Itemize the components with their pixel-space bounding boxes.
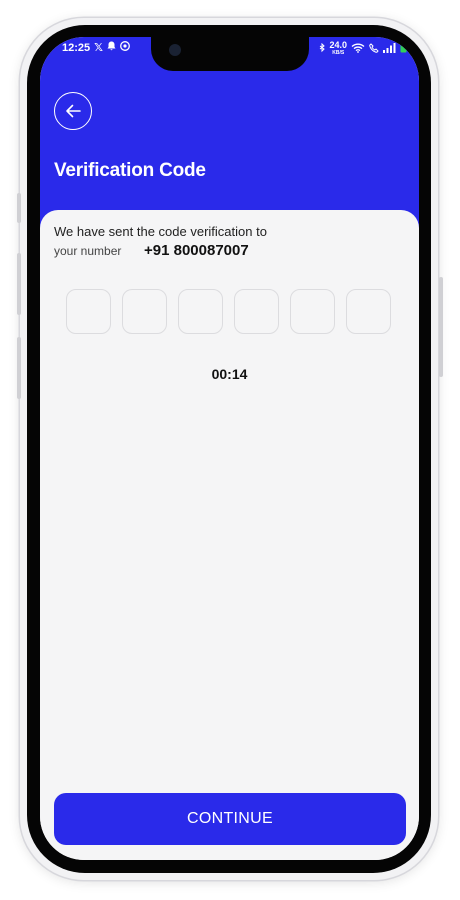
continue-button-label: CONTINUE <box>187 810 273 827</box>
volume-up-button <box>17 253 21 315</box>
app-screen: 12:25 𝕏 24.0 KB/S Verification Code We h… <box>40 37 419 860</box>
countdown-timer: 00:14 <box>211 366 248 382</box>
volume-down-button <box>17 337 21 399</box>
bluetooth-icon <box>319 42 326 56</box>
continue-button[interactable]: CONTINUE <box>54 793 406 845</box>
mute-switch <box>17 193 21 223</box>
status-bar-left: 12:25 𝕏 <box>62 41 130 54</box>
status-bar-right: 24.0 KB/S <box>319 41 407 57</box>
whatsapp-icon <box>120 41 130 54</box>
status-time: 12:25 <box>62 41 91 54</box>
network-speed-unit: KB/S <box>332 50 345 56</box>
network-speed-value: 24.0 <box>329 40 347 50</box>
back-button[interactable] <box>54 92 92 130</box>
x-icon: 𝕏 <box>94 42 104 54</box>
otp-digit-6[interactable] <box>346 289 391 334</box>
verification-message: We have sent the code verification to <box>54 224 267 239</box>
otp-digit-4[interactable] <box>234 289 279 334</box>
otp-digit-5[interactable] <box>290 289 335 334</box>
battery-icon <box>400 42 407 56</box>
signal-icon <box>383 42 396 56</box>
bell-icon <box>107 41 116 54</box>
wifi-icon <box>351 43 365 56</box>
content-card: We have sent the code verification to yo… <box>40 210 419 860</box>
arrow-left-icon <box>66 104 81 118</box>
verification-message-suffix: your number <box>54 244 122 258</box>
otp-digit-2[interactable] <box>122 289 167 334</box>
otp-input-group <box>66 289 391 334</box>
otp-digit-1[interactable] <box>66 289 111 334</box>
otp-digit-3[interactable] <box>178 289 223 334</box>
front-camera <box>169 44 181 56</box>
call-icon <box>369 42 379 56</box>
page-title: Verification Code <box>54 160 206 181</box>
phone-number: +91 800087007 <box>144 242 249 259</box>
notch <box>151 37 309 71</box>
power-button <box>439 277 443 377</box>
